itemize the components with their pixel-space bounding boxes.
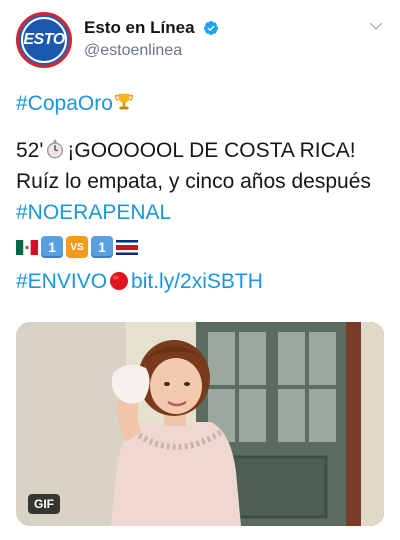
score-row: 1 VS 1 <box>16 232 384 262</box>
mexico-flag-icon <box>16 239 38 255</box>
tweet-header: ESTO Esto en Línea @estoenlinea <box>16 12 388 68</box>
line-envivo: #ENVIVO bit.ly/2xiSBTH <box>16 266 384 297</box>
verified-icon <box>203 21 218 35</box>
goal-text: ¡GOOOOOL DE COSTA RICA! <box>67 139 356 162</box>
line-noerapenal: #NOERAPENAL <box>16 197 384 228</box>
display-name[interactable]: Esto en Línea <box>84 18 195 38</box>
tweet-body: #CopaOro 52' ¡GOOOOOL DE COSTA RICA! Ruí… <box>16 88 384 297</box>
line-goal: 52' ¡GOOOOOL DE COSTA RICA! <box>16 135 384 166</box>
ruiz-text: Ruíz lo empata, y cinco años después <box>16 170 371 193</box>
red-circle-icon <box>110 272 129 290</box>
trophy-icon <box>114 93 133 110</box>
avatar-logo: ESTO <box>21 17 67 63</box>
hashtag-noerapenal[interactable]: #NOERAPENAL <box>16 201 171 224</box>
avatar-logo-text: ESTO <box>23 31 65 48</box>
gif-image <box>16 322 384 526</box>
gif-media[interactable]: GIF <box>16 322 384 526</box>
minute-text: 52' <box>16 139 44 162</box>
hashtag-envivo[interactable]: #ENVIVO <box>16 270 107 293</box>
avatar[interactable]: ESTO <box>16 12 72 68</box>
name-block: Esto en Línea @estoenlinea <box>84 18 219 60</box>
stopwatch-icon <box>47 139 64 159</box>
home-score: 1 <box>41 236 63 258</box>
hashtag-copaoro[interactable]: #CopaOro <box>16 92 113 115</box>
handle[interactable]: @estoenlinea <box>84 42 219 60</box>
costa-rica-flag-icon <box>116 239 138 255</box>
vs-badge: VS <box>66 236 88 258</box>
chevron-down-icon[interactable] <box>368 18 384 34</box>
line-copa: #CopaOro <box>16 88 384 119</box>
short-link[interactable]: bit.ly/2xiSBTH <box>131 270 263 293</box>
gif-badge: GIF <box>28 494 60 514</box>
away-score: 1 <box>91 236 113 258</box>
